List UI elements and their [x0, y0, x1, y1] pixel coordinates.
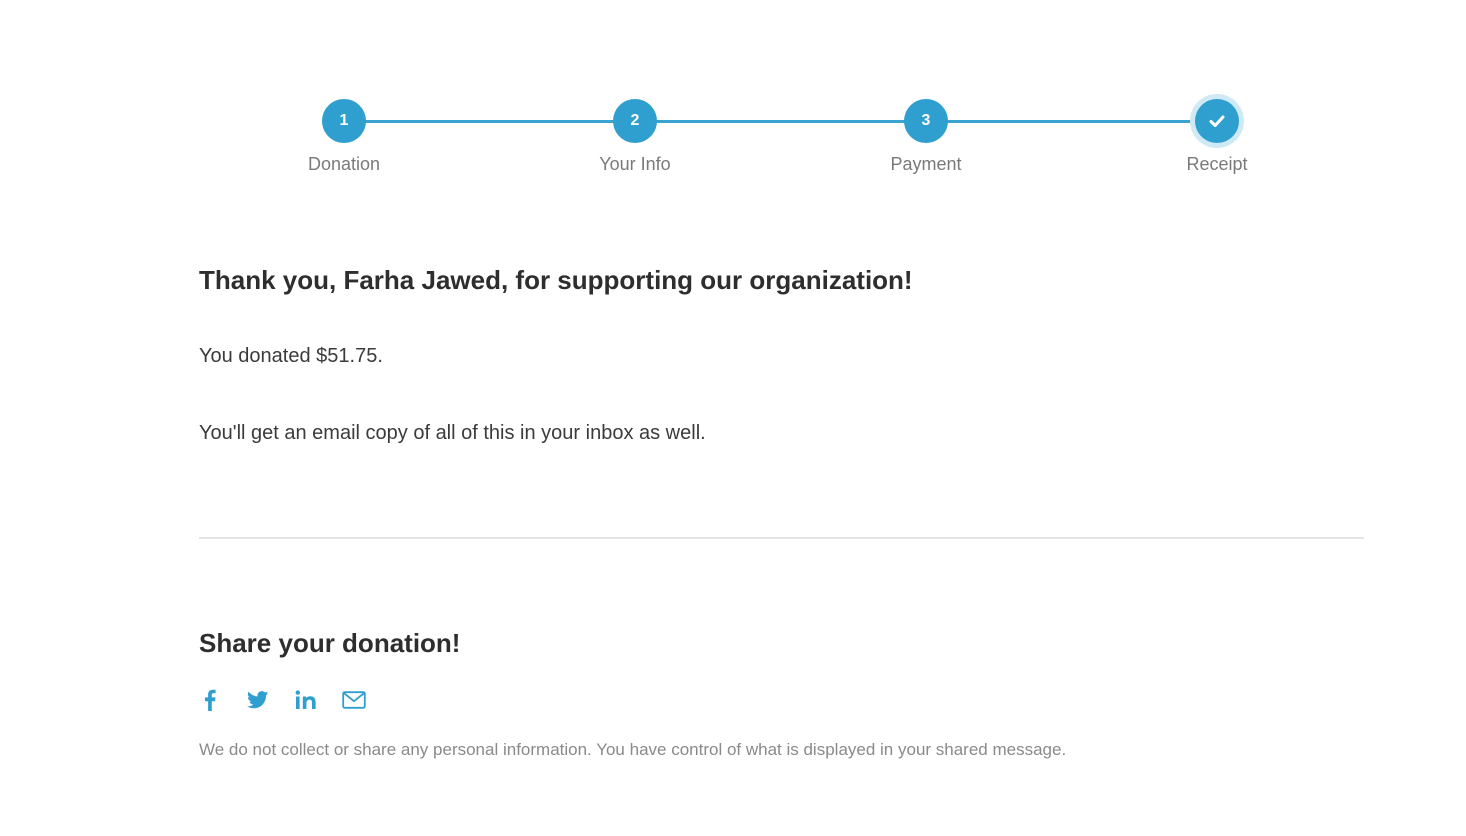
share-heading: Share your donation! — [199, 628, 461, 658]
facebook-icon — [205, 689, 216, 711]
step-current-badge — [1195, 99, 1239, 143]
thank-you-heading: Thank you, Farha Jawed, for supporting o… — [199, 265, 913, 295]
donation-amount-text: You donated $51.75. — [199, 345, 383, 367]
privacy-note: We do not collect or share any personal … — [199, 740, 1067, 759]
progress-stepper: 1 Donation 2 Your Info 3 Payment Receipt — [0, 0, 1466, 200]
stepper-connector-line — [344, 120, 1217, 123]
step-receipt: Receipt — [1137, 99, 1297, 175]
checkmark-icon — [1209, 115, 1225, 127]
twitter-icon — [247, 691, 269, 709]
step-your-info[interactable]: 2 Your Info — [555, 99, 715, 175]
step-label: Donation — [307, 154, 381, 174]
step-payment[interactable]: 3 Payment — [846, 99, 1006, 175]
step-donation[interactable]: 1 Donation — [264, 99, 424, 175]
share-facebook-button[interactable] — [196, 686, 224, 714]
linkedin-icon — [295, 690, 316, 709]
share-linkedin-button[interactable] — [292, 686, 320, 714]
step-label: Your Info — [599, 154, 671, 174]
step-label: Payment — [890, 154, 962, 174]
section-divider — [199, 537, 1364, 539]
step-number-badge: 2 — [613, 99, 657, 143]
step-label: Receipt — [1186, 154, 1248, 174]
step-number-badge: 3 — [904, 99, 948, 143]
share-twitter-button[interactable] — [244, 686, 272, 714]
share-buttons — [196, 686, 388, 714]
share-email-button[interactable] — [340, 686, 368, 714]
email-icon — [342, 691, 366, 709]
email-copy-note: You'll get an email copy of all of this … — [199, 422, 706, 444]
step-number-badge: 1 — [322, 99, 366, 143]
